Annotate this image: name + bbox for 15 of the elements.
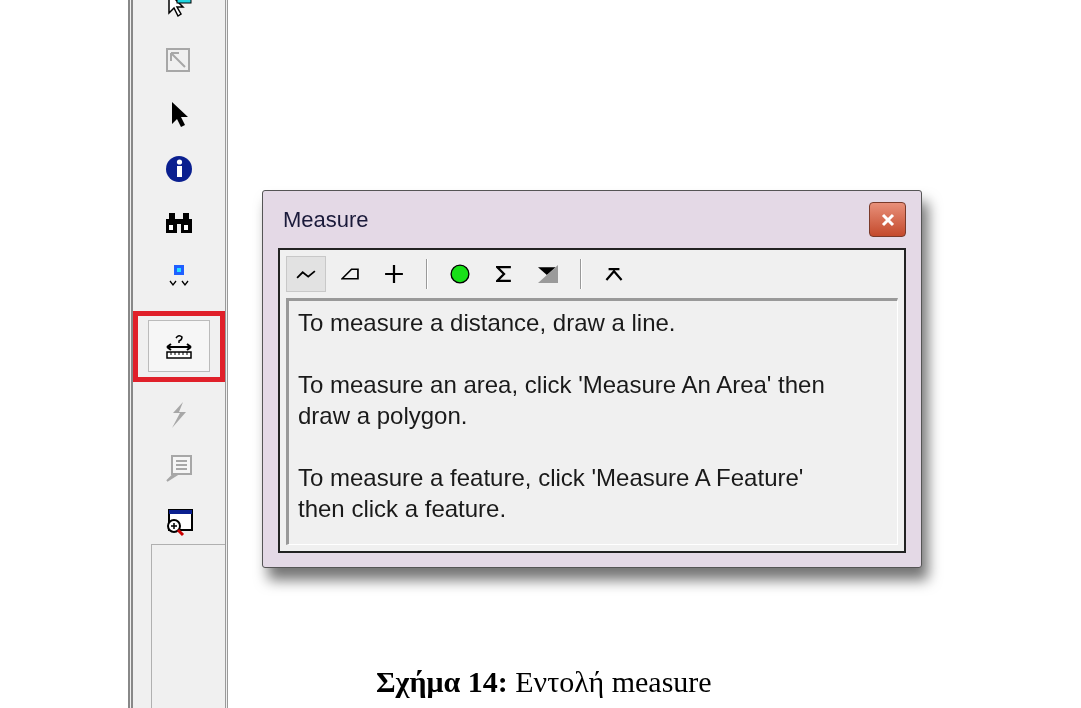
close-button[interactable] xyxy=(869,202,906,237)
units-icon xyxy=(538,265,558,283)
sigma-icon xyxy=(496,266,512,282)
toolbar-tool[interactable] xyxy=(133,310,225,382)
polygon-icon xyxy=(341,268,359,280)
instruction-text: To measure an area, click 'Measure An Area' then draw a polygon. xyxy=(298,370,826,431)
instruction-text: To measure a feature, click 'Measure A Feature' then click a feature. xyxy=(298,463,805,524)
instruction-text: To measure a distance, draw a line. xyxy=(298,308,677,338)
measure-tool-button[interactable] xyxy=(286,256,326,292)
figure-caption: Σχήμα 14: Εντολή measure xyxy=(376,665,712,698)
plus-icon xyxy=(384,264,404,284)
polyline-icon xyxy=(296,269,316,279)
window-title: Measure xyxy=(283,206,370,234)
circle-icon xyxy=(450,264,470,284)
close-icon xyxy=(879,212,896,227)
